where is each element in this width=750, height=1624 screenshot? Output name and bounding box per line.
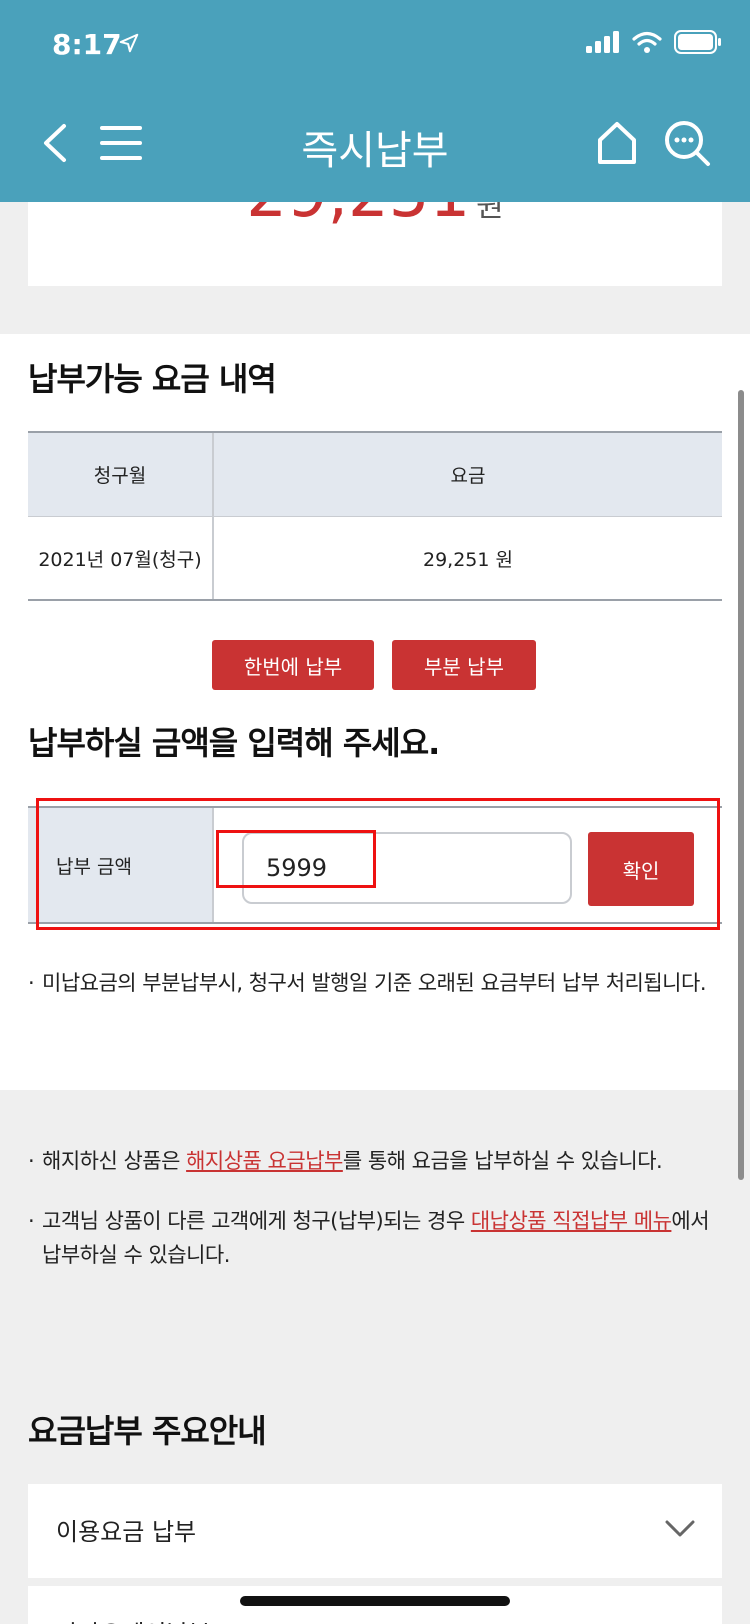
- table-row: 2021년 07월(청구) 29,251 원: [28, 517, 722, 601]
- terminated-product-note: 해지하신 상품은 해지상품 요금납부를 통해 요금을 납부하실 수 있습니다.: [28, 1144, 728, 1178]
- scrollbar[interactable]: [738, 390, 744, 1180]
- battery-icon: [674, 30, 721, 54]
- payment-panel: 납부가능 요금 내역 청구월 요금 2021년 07월(청구) 29,251 원…: [0, 334, 750, 1090]
- status-indicators: [586, 30, 722, 54]
- home-icon[interactable]: [592, 118, 642, 168]
- amount-form: 납부 금액 확인: [28, 806, 722, 924]
- note-text: 고객님 상품이 다른 고객에게 청구(납부)되는 경우: [42, 1209, 471, 1233]
- accordion-item[interactable]: 이용요금 납부: [28, 1484, 722, 1578]
- search-chat-icon[interactable]: [662, 118, 712, 168]
- accordion-label: 이용요금 납부: [56, 1518, 197, 1546]
- confirm-button[interactable]: 확인: [588, 832, 694, 906]
- pay-all-button[interactable]: 한번에 납부: [212, 640, 374, 690]
- total-amount-card: 29,251 원: [28, 202, 722, 286]
- location-arrow-icon: [119, 33, 139, 53]
- home-indicator: [240, 1596, 510, 1606]
- terminated-payment-link[interactable]: 해지상품 요금납부: [186, 1149, 343, 1173]
- amount-label: 납부 금액: [28, 808, 214, 922]
- wifi-icon: [632, 31, 662, 53]
- proxy-payment-note: 고객님 상품이 다른 고객에게 청구(납부)되는 경우 대납상품 직접납부 메뉴…: [28, 1204, 728, 1272]
- col-billing-month: 청구월: [28, 433, 214, 516]
- total-amount: 29,251 원: [28, 202, 722, 232]
- cell-billing-month: 2021년 07월(청구): [28, 517, 214, 599]
- total-amount-unit: 원: [476, 202, 504, 224]
- cell-fee: 29,251 원: [422, 548, 513, 571]
- proxy-payment-link[interactable]: 대납상품 직접납부 메뉴: [471, 1209, 672, 1233]
- payable-table: 청구월 요금 2021년 07월(청구) 29,251 원: [28, 431, 722, 601]
- pay-partial-button[interactable]: 부분 납부: [392, 640, 536, 690]
- payable-title: 납부가능 요금 내역: [28, 360, 277, 398]
- signal-icon: [586, 31, 619, 53]
- amount-form-title: 납부하실 금액을 입력해 주세요.: [28, 724, 440, 762]
- guide-title: 요금납부 주요안내: [28, 1412, 267, 1450]
- chevron-down-icon: [665, 1520, 695, 1537]
- accordion-label: 가가오페이납부: [56, 1614, 211, 1624]
- note-text: 를 통해 요금을 납부하실 수 있습니다.: [342, 1149, 663, 1173]
- status-time: 8:17: [52, 28, 122, 61]
- col-fee: 요금: [450, 465, 486, 487]
- total-amount-value: 29,251: [246, 202, 470, 232]
- partial-payment-note: 미납요금의 부분납부시, 청구서 발행일 기준 오래된 요금부터 납부 처리됩니…: [28, 966, 708, 1000]
- amount-input[interactable]: [242, 832, 572, 904]
- top-bar: 8:17 즉시납부: [0, 0, 750, 202]
- note-text: 해지하신 상품은: [42, 1149, 187, 1173]
- table-header: 청구월 요금: [28, 433, 722, 517]
